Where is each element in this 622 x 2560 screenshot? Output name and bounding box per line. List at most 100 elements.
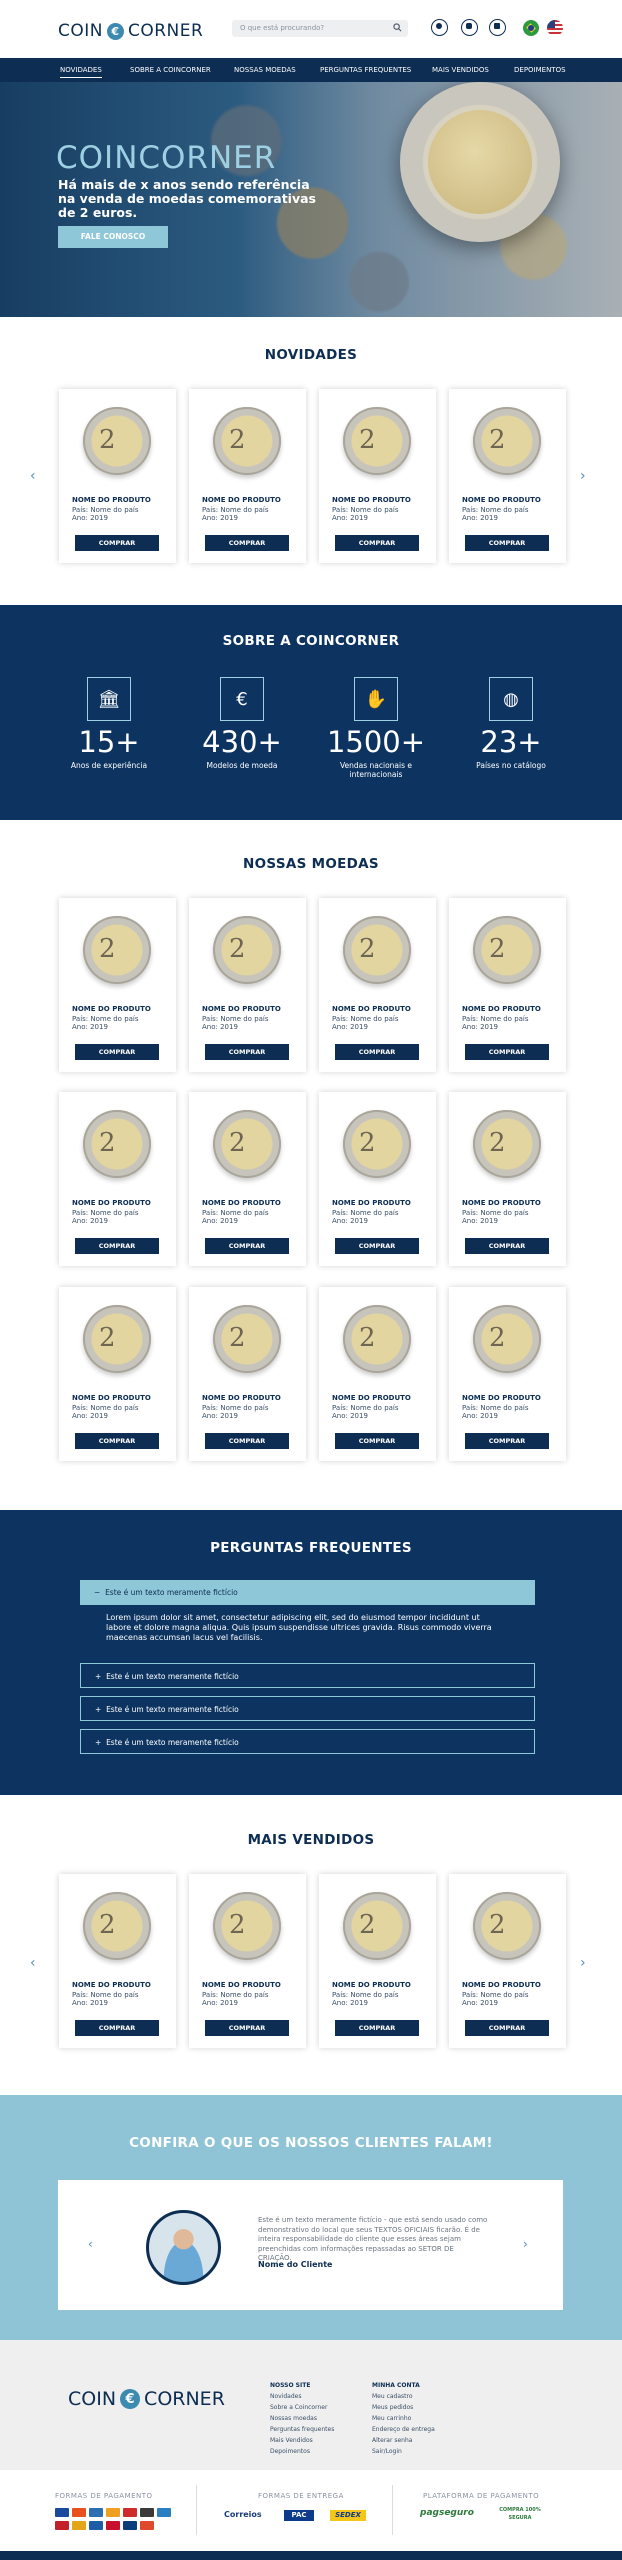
product-card[interactable]: 2 NOME DO PRODUTO País: Nome do país Ano: 2… <box>449 389 566 563</box>
faq-question[interactable]: + Este é um texto meramente fictício <box>80 1663 535 1688</box>
search-icon[interactable] <box>393 23 402 32</box>
product-country: País: Nome do país <box>462 1209 529 1217</box>
product-card[interactable]: 2 NOME DO PRODUTO País: Nome do país Ano: 2… <box>319 1287 436 1461</box>
cart-icon[interactable] <box>489 19 506 36</box>
search-input[interactable]: O que está procurando? <box>232 20 408 37</box>
product-country: País: Nome do país <box>72 1404 139 1412</box>
product-card[interactable]: 2 NOME DO PRODUTO País: Nome do país Ano: 2… <box>319 1874 436 2048</box>
product-card[interactable]: 2 NOME DO PRODUTO País: Nome do país Ano: 2… <box>189 1874 306 2048</box>
buy-button[interactable]: COMPRAR <box>335 1433 419 1449</box>
carousel-prev-icon[interactable]: ‹ <box>30 1955 36 1971</box>
carousel-prev-icon[interactable]: ‹ <box>30 468 36 484</box>
product-card[interactable]: 2 NOME DO PRODUTO País: Nome do país Ano: 2… <box>319 1092 436 1266</box>
buy-button[interactable]: COMPRAR <box>335 1238 419 1254</box>
hero-coin-image <box>400 82 560 242</box>
product-card[interactable]: 2 NOME DO PRODUTO País: Nome do país Ano: 2… <box>449 1874 566 2048</box>
hero-banner: COINCORNER Há mais de x anos sendo refer… <box>0 82 622 317</box>
footer-link[interactable]: Novidades <box>270 2391 334 2402</box>
footer-link[interactable]: Meu carrinho <box>372 2413 435 2424</box>
product-card[interactable]: 2 NOME DO PRODUTO País: Nome do país Ano: 2… <box>189 1092 306 1266</box>
product-name: NOME DO PRODUTO <box>462 1394 541 1402</box>
usa-flag-icon[interactable] <box>547 20 563 36</box>
footer-link[interactable]: Meus pedidos <box>372 2402 435 2413</box>
nav-sobre[interactable]: SOBRE A COINCORNER <box>130 66 211 74</box>
product-country: País: Nome do país <box>332 1209 399 1217</box>
product-year: Ano: 2019 <box>462 1217 498 1225</box>
buy-button[interactable]: COMPRAR <box>205 1044 289 1060</box>
product-card[interactable]: 2 NOME DO PRODUTO País: Nome do país Ano: 2… <box>449 1092 566 1266</box>
footer-link[interactable]: Perguntas frequentes <box>270 2424 334 2435</box>
faq-question[interactable]: + Este é um texto meramente fictício <box>80 1729 535 1754</box>
faq-question-open[interactable]: − Este é um texto meramente fictício <box>80 1580 535 1605</box>
nav-moedas[interactable]: NOSSAS MOEDAS <box>234 66 296 74</box>
contact-button[interactable]: FALE CONOSCO <box>58 226 168 248</box>
buy-button[interactable]: COMPRAR <box>465 1433 549 1449</box>
buy-button[interactable]: COMPRAR <box>205 1433 289 1449</box>
site-logo[interactable]: COIN € CORNER <box>58 21 203 41</box>
buy-button[interactable]: COMPRAR <box>335 2020 419 2036</box>
buy-button[interactable]: COMPRAR <box>205 2020 289 2036</box>
buy-button[interactable]: COMPRAR <box>335 535 419 551</box>
buy-button[interactable]: COMPRAR <box>465 535 549 551</box>
section-title-testimonials: CONFIRA O QUE OS NOSSOS CLIENTES FALAM! <box>129 2135 493 2151</box>
product-card[interactable]: 2 NOME DO PRODUTO País: Nome do país Ano: 2… <box>189 1287 306 1461</box>
product-card[interactable]: 2 NOME DO PRODUTO País: Nome do país Ano: 2… <box>59 898 176 1072</box>
buy-button[interactable]: COMPRAR <box>465 1238 549 1254</box>
product-year: Ano: 2019 <box>332 1023 368 1031</box>
product-country: País: Nome do país <box>202 506 269 514</box>
footer-link[interactable]: Depoimentos <box>270 2446 334 2457</box>
product-card[interactable]: 2 NOME DO PRODUTO País: Nome do país Ano: 2… <box>59 1874 176 2048</box>
product-year: Ano: 2019 <box>462 1999 498 2007</box>
footer-link[interactable]: Mais Vendidos <box>270 2435 334 2446</box>
nav-faq[interactable]: PERGUNTAS FREQUENTES <box>320 66 411 74</box>
user-icon[interactable] <box>431 19 448 36</box>
buy-button[interactable]: COMPRAR <box>75 2020 159 2036</box>
carousel-next-icon[interactable]: › <box>580 1955 586 1971</box>
footer-link[interactable]: Endereço de entrega <box>372 2424 435 2435</box>
testimonial-prev-icon[interactable]: ‹ <box>88 2237 93 2251</box>
product-card[interactable]: 2 NOME DO PRODUTO País: Nome do país Ano: 2… <box>189 898 306 1072</box>
product-card[interactable]: 2 NOME DO PRODUTO País: Nome do país Ano: 2… <box>189 389 306 563</box>
product-card[interactable]: 2 NOME DO PRODUTO País: Nome do país Ano: 2… <box>319 389 436 563</box>
footer-link[interactable]: Sobre a Coincorner <box>270 2402 334 2413</box>
nav-depoimentos[interactable]: DEPOIMENTOS <box>514 66 566 74</box>
buy-button[interactable]: COMPRAR <box>205 1238 289 1254</box>
coin-denomination: 2 <box>489 425 506 455</box>
coin-image: 2 <box>473 916 541 984</box>
product-card[interactable]: 2 NOME DO PRODUTO País: Nome do país Ano: 2… <box>449 1287 566 1461</box>
section-title-faq: PERGUNTAS FREQUENTES <box>210 1540 412 1556</box>
faq-question[interactable]: + Este é um texto meramente fictício <box>80 1696 535 1721</box>
coin-image: 2 <box>213 1110 281 1178</box>
buy-button[interactable]: COMPRAR <box>465 2020 549 2036</box>
heart-icon[interactable] <box>461 19 478 36</box>
buy-button[interactable]: COMPRAR <box>75 1238 159 1254</box>
coin-image: 2 <box>83 407 151 475</box>
product-card[interactable]: 2 NOME DO PRODUTO País: Nome do país Ano: 2… <box>59 1092 176 1266</box>
product-year: Ano: 2019 <box>332 1217 368 1225</box>
buy-button[interactable]: COMPRAR <box>75 1044 159 1060</box>
footer-logo[interactable]: COIN € CORNER <box>68 2388 225 2410</box>
product-year: Ano: 2019 <box>72 1412 108 1420</box>
brazil-flag-icon[interactable] <box>523 20 539 36</box>
plus-icon: + <box>95 1738 107 1747</box>
footer-link[interactable]: Meu cadastro <box>372 2391 435 2402</box>
buy-button[interactable]: COMPRAR <box>205 535 289 551</box>
buy-button[interactable]: COMPRAR <box>75 1433 159 1449</box>
nav-novidades[interactable]: NOVIDADES <box>60 66 102 78</box>
euro-logo-icon: € <box>106 22 124 40</box>
product-card[interactable]: 2 NOME DO PRODUTO País: Nome do país Ano: 2… <box>59 389 176 563</box>
pac-logo: PAC <box>284 2510 314 2521</box>
product-card[interactable]: 2 NOME DO PRODUTO País: Nome do país Ano: 2… <box>319 898 436 1072</box>
footer-link[interactable]: Nossas moedas <box>270 2413 334 2424</box>
footer-link[interactable]: Sair/Login <box>372 2446 435 2457</box>
testimonial-next-icon[interactable]: › <box>523 2237 528 2251</box>
carousel-next-icon[interactable]: › <box>580 468 586 484</box>
buy-button[interactable]: COMPRAR <box>75 535 159 551</box>
coin-denomination: 2 <box>489 1128 506 1158</box>
product-card[interactable]: 2 NOME DO PRODUTO País: Nome do país Ano: 2… <box>59 1287 176 1461</box>
footer-link[interactable]: Alterar senha <box>372 2435 435 2446</box>
buy-button[interactable]: COMPRAR <box>335 1044 419 1060</box>
nav-mais-vendidos[interactable]: MAIS VENDIDOS <box>432 66 489 74</box>
product-card[interactable]: 2 NOME DO PRODUTO País: Nome do país Ano: 2… <box>449 898 566 1072</box>
buy-button[interactable]: COMPRAR <box>465 1044 549 1060</box>
